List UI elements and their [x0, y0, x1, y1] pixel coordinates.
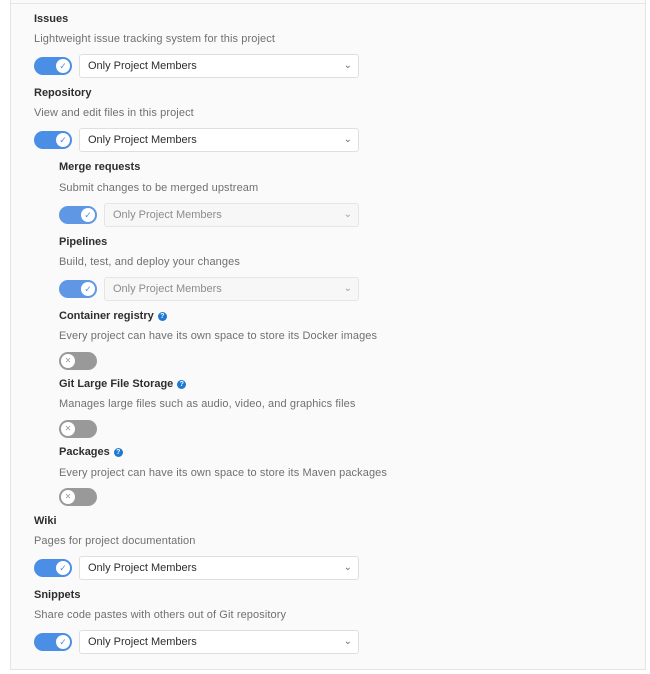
- merge-requests-access-select[interactable]: Only Project Members ⌄: [104, 203, 359, 227]
- issues-access-select[interactable]: Only Project Members ⌄: [79, 54, 359, 78]
- pipelines-access-select[interactable]: Only Project Members ⌄: [104, 277, 359, 301]
- lfs-description: Manages large files such as audio, video…: [59, 398, 356, 410]
- pipelines-toggle[interactable]: ✓: [59, 280, 97, 298]
- container-registry-description: Every project can have its own space to …: [59, 330, 378, 342]
- pipelines-title: Pipelines: [59, 236, 108, 248]
- check-icon: ✓: [81, 208, 95, 222]
- packages-description: Every project can have its own space to …: [59, 467, 388, 479]
- merge-requests-description: Submit changes to be merged upstream: [59, 182, 259, 194]
- wiki-access-value: Only Project Members: [88, 562, 197, 574]
- question-circle-icon[interactable]: ?: [177, 379, 187, 389]
- check-icon: ✓: [56, 133, 70, 147]
- merge-requests-title: Merge requests: [59, 161, 141, 173]
- chevron-down-icon: ⌄: [343, 134, 352, 145]
- wiki-title: Wiki: [34, 515, 57, 527]
- snippets-title: Snippets: [34, 589, 81, 601]
- chevron-down-icon: ⌄: [343, 60, 352, 71]
- question-circle-icon[interactable]: ?: [113, 447, 123, 457]
- chevron-down-icon: ⌄: [343, 636, 352, 647]
- check-icon: ✓: [56, 635, 70, 649]
- issues-description: Lightweight issue tracking system for th…: [34, 33, 275, 45]
- packages-title-row: Packages ?: [59, 445, 123, 459]
- chevron-down-icon: ⌄: [343, 283, 352, 294]
- issues-title: Issues: [34, 13, 69, 25]
- repository-toggle[interactable]: ✓: [34, 131, 72, 149]
- check-icon: ✓: [56, 59, 70, 73]
- wiki-toggle[interactable]: ✓: [34, 559, 72, 577]
- container-registry-toggle[interactable]: ✕: [59, 352, 97, 370]
- chevron-down-icon: ⌄: [343, 209, 352, 220]
- snippets-description: Share code pastes with others out of Git…: [34, 609, 287, 621]
- check-icon: ✓: [81, 282, 95, 296]
- repository-access-select[interactable]: Only Project Members ⌄: [79, 128, 359, 152]
- wiki-access-select[interactable]: Only Project Members ⌄: [79, 556, 359, 580]
- lfs-title-row: Git Large File Storage ?: [59, 377, 187, 391]
- merge-requests-toggle[interactable]: ✓: [59, 206, 97, 224]
- panel-top-border: [11, 3, 645, 4]
- packages-title: Packages: [59, 446, 110, 458]
- pipelines-description: Build, test, and deploy your changes: [59, 256, 240, 268]
- snippets-access-select[interactable]: Only Project Members ⌄: [79, 630, 359, 654]
- pipelines-access-value: Only Project Members: [113, 283, 222, 295]
- wiki-description: Pages for project documentation: [34, 535, 196, 547]
- issues-toggle[interactable]: ✓: [34, 57, 72, 75]
- snippets-toggle[interactable]: ✓: [34, 633, 72, 651]
- issues-access-value: Only Project Members: [88, 60, 197, 72]
- packages-toggle[interactable]: ✕: [59, 488, 97, 506]
- container-registry-title-row: Container registry ?: [59, 309, 167, 323]
- close-icon: ✕: [61, 422, 75, 436]
- repository-description: View and edit files in this project: [34, 107, 194, 119]
- lfs-title: Git Large File Storage: [59, 378, 174, 390]
- repository-access-value: Only Project Members: [88, 134, 197, 146]
- question-circle-icon[interactable]: ?: [157, 311, 167, 321]
- merge-requests-access-value: Only Project Members: [113, 209, 222, 221]
- container-registry-title: Container registry: [59, 310, 154, 322]
- check-icon: ✓: [56, 561, 70, 575]
- snippets-access-value: Only Project Members: [88, 636, 197, 648]
- chevron-down-icon: ⌄: [343, 562, 352, 573]
- repository-title: Repository: [34, 87, 92, 99]
- lfs-toggle[interactable]: ✕: [59, 420, 97, 438]
- close-icon: ✕: [61, 354, 75, 368]
- close-icon: ✕: [61, 490, 75, 504]
